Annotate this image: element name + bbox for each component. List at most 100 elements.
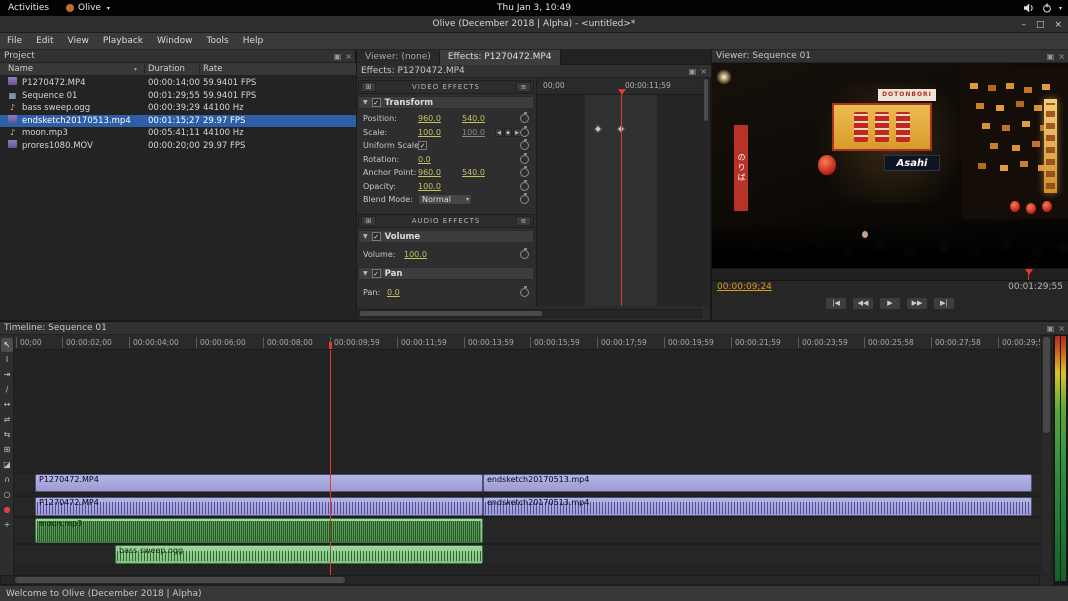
column-name[interactable]: Name bbox=[8, 63, 33, 76]
volume-section-header[interactable]: ▼ ✓ Volume bbox=[358, 230, 534, 243]
clock[interactable]: Thu Jan 3, 10:49 bbox=[0, 0, 1068, 16]
keyframe-toggle-icon[interactable] bbox=[520, 286, 529, 297]
prev-keyframe-icon[interactable]: ◀ bbox=[495, 127, 503, 137]
audio-clip[interactable]: endsketch20170513.mp4 bbox=[483, 497, 1032, 516]
add-video-effect-button[interactable]: ⊞ bbox=[361, 82, 376, 92]
timeline-vertical-scrollbar[interactable] bbox=[1041, 335, 1052, 575]
position-y-value[interactable]: 540.0 bbox=[462, 112, 485, 125]
add-button[interactable]: + bbox=[1, 518, 13, 532]
volume-value[interactable]: 100.0 bbox=[404, 248, 427, 261]
scale-y-value[interactable]: 100.0 bbox=[462, 126, 485, 139]
timeline-close-icon[interactable]: × bbox=[1058, 322, 1065, 335]
rotation-value[interactable]: 0.0 bbox=[418, 153, 431, 166]
viewer-playhead-line[interactable] bbox=[1028, 269, 1029, 280]
viewer-float-icon[interactable]: ▣ bbox=[1047, 50, 1055, 63]
table-row[interactable]: ♪ moon.mp3 00:05:41;11 44100 Hz bbox=[0, 127, 356, 140]
keyframe-playhead-marker[interactable] bbox=[618, 89, 626, 95]
audio-clip[interactable]: P1270472.MP4 bbox=[35, 497, 483, 516]
record-button[interactable]: ● bbox=[1, 503, 13, 517]
column-duration[interactable]: Duration bbox=[148, 63, 185, 76]
project-float-icon[interactable]: ▣ bbox=[334, 50, 342, 63]
video-clip[interactable]: endsketch20170513.mp4 bbox=[483, 474, 1032, 492]
tab-viewer-none[interactable]: Viewer: (none) bbox=[357, 50, 440, 65]
keyframe-toggle-icon[interactable] bbox=[520, 152, 529, 164]
keyframe-toggle-icon[interactable] bbox=[520, 166, 529, 177]
menu-playback[interactable]: Playback bbox=[96, 33, 150, 50]
effects-horizontal-scrollbar[interactable] bbox=[358, 309, 702, 318]
snapping-toggle[interactable]: ∩ bbox=[1, 473, 13, 487]
viewer-close-icon[interactable]: × bbox=[1058, 50, 1065, 63]
keyframe-playhead-line[interactable] bbox=[621, 94, 622, 306]
table-row-selected[interactable]: endsketch20170513.mp4 00:01:15;27 29.97 … bbox=[0, 114, 356, 127]
anchor-x-value[interactable]: 960.0 bbox=[418, 166, 441, 179]
go-to-start-button[interactable]: |◀ bbox=[825, 297, 847, 310]
collapse-icon[interactable]: ▼ bbox=[363, 270, 368, 277]
keyframe-toggle-icon[interactable] bbox=[520, 179, 529, 191]
maximize-button[interactable]: □ bbox=[1036, 20, 1045, 30]
project-close-icon[interactable]: × bbox=[345, 50, 352, 63]
table-row[interactable]: ♪ bass sweep.ogg 00:00:39;29 44100 Hz bbox=[0, 102, 356, 115]
scale-x-value[interactable]: 100.0 bbox=[418, 126, 441, 139]
timeline-float-icon[interactable]: ▣ bbox=[1047, 322, 1055, 335]
zoom-tool[interactable]: ○ bbox=[1, 488, 13, 502]
effects-close-icon[interactable]: × bbox=[700, 65, 707, 78]
pan-value[interactable]: 0.0 bbox=[387, 286, 400, 299]
menu-file[interactable]: File bbox=[0, 33, 29, 50]
next-frame-button[interactable]: ▶▶ bbox=[906, 297, 928, 310]
menu-edit[interactable]: Edit bbox=[29, 33, 60, 50]
menu-view[interactable]: View bbox=[61, 33, 96, 50]
collapse-icon[interactable]: ▼ bbox=[363, 99, 368, 106]
table-row[interactable]: ▦ Sequence 01 00:01:29;55 59.9401 FPS bbox=[0, 90, 356, 103]
column-rate[interactable]: Rate bbox=[203, 63, 223, 76]
audio-effects-menu-icon[interactable]: ≡ bbox=[515, 216, 531, 226]
slide-tool[interactable]: ⇆ bbox=[1, 428, 13, 442]
play-button[interactable]: ▶ bbox=[879, 297, 901, 310]
current-timecode[interactable]: 00:00:09;24 bbox=[717, 282, 772, 292]
audio-clip[interactable]: bass sweep.ogg bbox=[115, 545, 483, 564]
close-button[interactable]: × bbox=[1054, 20, 1062, 30]
transform-section-header[interactable]: ▼ ✓ Transform bbox=[358, 96, 534, 109]
audio-clip[interactable]: moon.mp3 bbox=[35, 518, 483, 543]
effects-float-icon[interactable]: ▣ bbox=[689, 65, 697, 78]
uniform-scale-checkbox[interactable]: ✓ bbox=[418, 141, 427, 150]
transition-tool[interactable]: ◪ bbox=[1, 458, 13, 472]
keyframe-toggle-icon[interactable] bbox=[520, 193, 529, 204]
keyframe-toggle-icon[interactable] bbox=[520, 248, 529, 259]
collapse-icon[interactable]: ▼ bbox=[363, 233, 368, 240]
keyframe-toggle-icon[interactable] bbox=[520, 139, 529, 150]
project-column-headers[interactable]: Name ▾ Duration Rate bbox=[0, 63, 356, 76]
anchor-y-value[interactable]: 540.0 bbox=[462, 166, 485, 179]
keyframe-toggle-icon[interactable] bbox=[520, 112, 529, 123]
minimize-button[interactable]: – bbox=[1021, 20, 1026, 30]
window-title-bar[interactable]: Olive (December 2018 | Alpha) - <untitle… bbox=[0, 16, 1068, 33]
add-keyframe-icon[interactable]: ◆ bbox=[504, 127, 512, 137]
pan-enabled-checkbox[interactable]: ✓ bbox=[371, 269, 381, 278]
video-clip[interactable]: P1270472.MP4 bbox=[35, 474, 483, 492]
pointer-tool[interactable]: ↖ bbox=[1, 338, 13, 352]
viewer-seek-bar[interactable] bbox=[712, 268, 1068, 281]
effects-vertical-scrollbar[interactable] bbox=[703, 78, 709, 306]
rolling-tool[interactable]: ⇌ bbox=[1, 413, 13, 427]
transform-enabled-checkbox[interactable]: ✓ bbox=[371, 98, 381, 107]
hand-tool[interactable]: ⊞ bbox=[1, 443, 13, 457]
add-audio-effect-button[interactable]: ⊞ bbox=[361, 216, 376, 226]
edit-tool[interactable]: I bbox=[1, 353, 13, 367]
opacity-value[interactable]: 100.0 bbox=[418, 180, 441, 193]
timeline-tracks[interactable]: P1270472.MP4 endsketch20170513.mp4 P1270… bbox=[14, 350, 1040, 575]
slip-tool[interactable]: ↔ bbox=[1, 398, 13, 412]
viewer-playhead-marker[interactable] bbox=[1025, 269, 1033, 275]
keyframe-toggle-icon[interactable] bbox=[520, 125, 529, 137]
go-to-end-button[interactable]: ▶| bbox=[933, 297, 955, 310]
menu-window[interactable]: Window bbox=[150, 33, 200, 50]
table-row[interactable]: P1270472.MP4 00:00:14;00 59.9401 FPS bbox=[0, 77, 356, 90]
blend-mode-dropdown[interactable]: Normal ▾ bbox=[418, 194, 472, 205]
position-x-value[interactable]: 960.0 bbox=[418, 112, 441, 125]
volume-enabled-checkbox[interactable]: ✓ bbox=[371, 232, 381, 241]
timeline-ruler[interactable]: 00;00 00:00:02;00 00:00:04;00 00:00:06;0… bbox=[14, 335, 1040, 350]
razor-tool[interactable]: / bbox=[1, 383, 13, 397]
video-effects-menu-icon[interactable]: ≡ bbox=[516, 82, 531, 92]
timeline-playhead-marker[interactable] bbox=[329, 342, 332, 349]
ripple-tool[interactable]: ⇥ bbox=[1, 368, 13, 382]
menu-tools[interactable]: Tools bbox=[200, 33, 236, 50]
system-tray[interactable]: ▾ bbox=[1023, 0, 1062, 16]
